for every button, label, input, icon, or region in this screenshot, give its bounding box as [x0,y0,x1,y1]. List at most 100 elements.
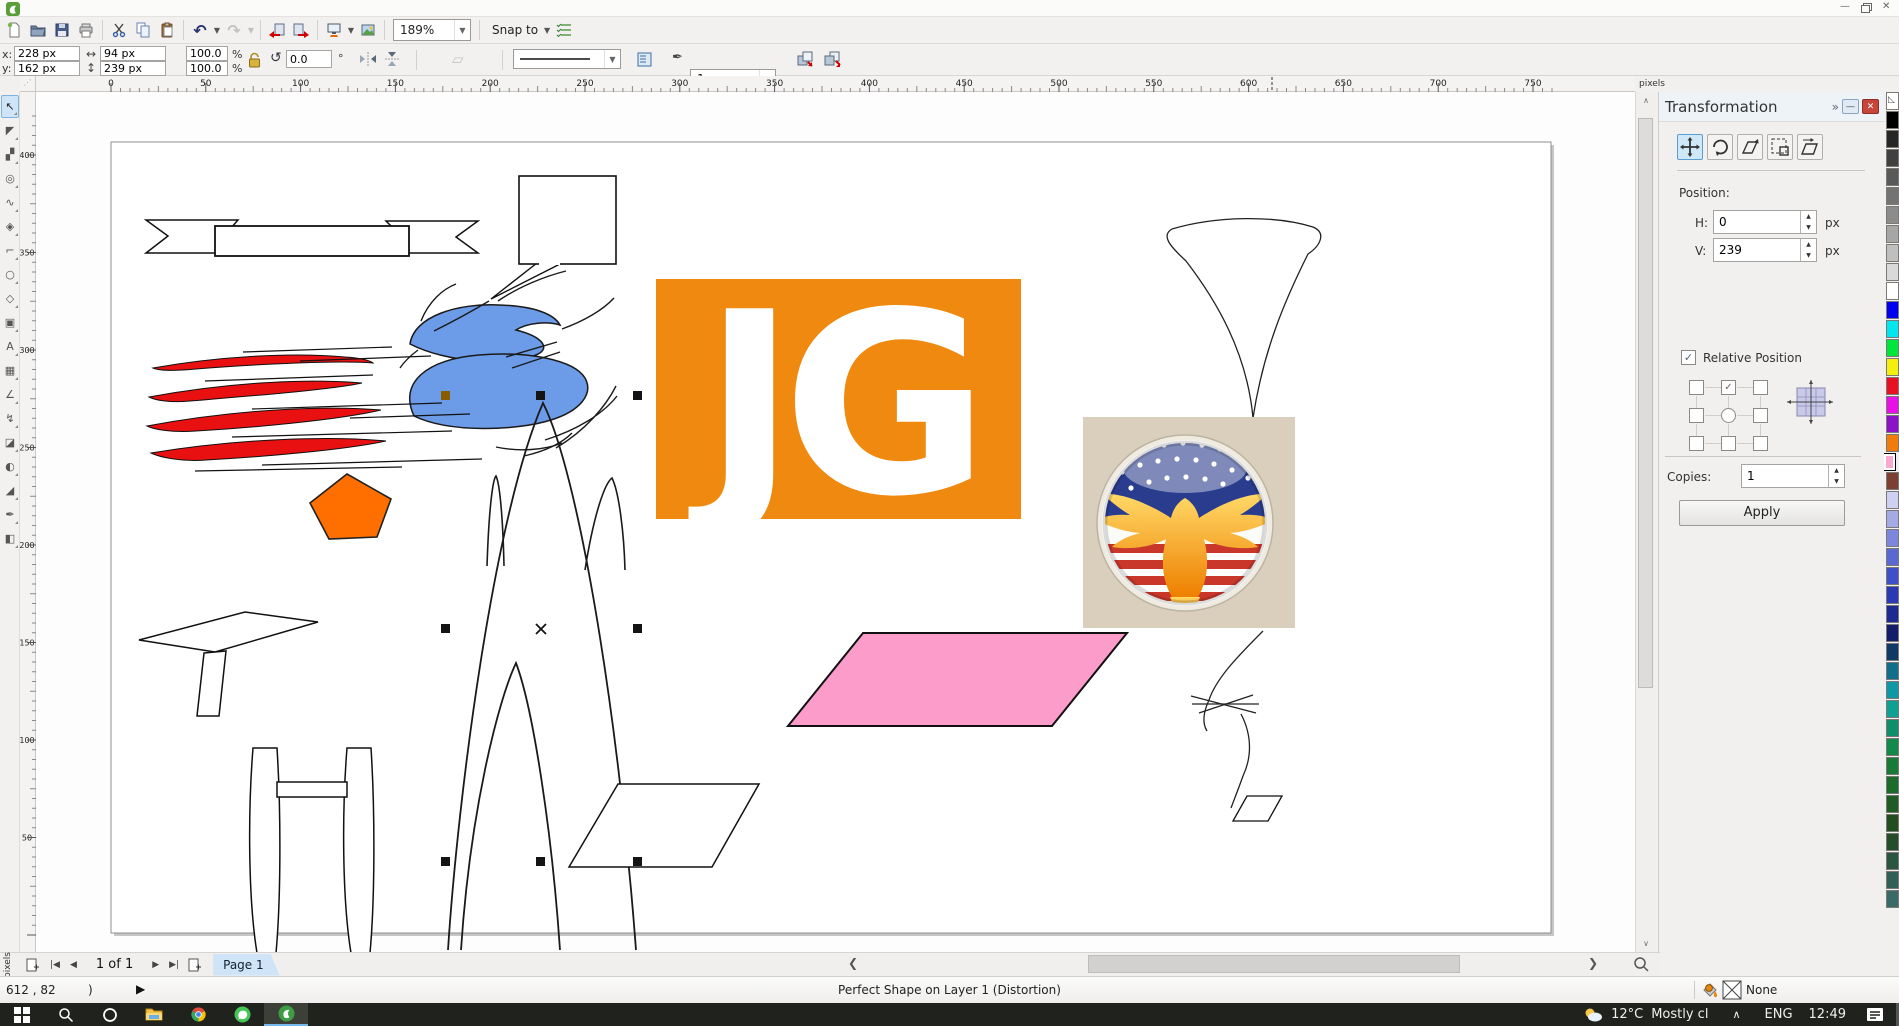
print-button[interactable] [74,18,98,43]
application-launcher-button[interactable] [322,18,346,43]
artistic-media-tool[interactable]: ◈ [1,215,19,238]
weather-temp[interactable]: 12°C [1611,1007,1643,1022]
add-page-icon[interactable] [188,958,201,972]
polygon-tool[interactable]: ◇ [1,287,19,310]
language-indicator[interactable]: ENG [1765,1007,1793,1022]
spinner-arrows[interactable]: ▲▼ [1828,465,1844,487]
whatsapp-icon[interactable] [220,1003,264,1026]
search-icon[interactable] [44,1003,88,1026]
selection-handle[interactable] [633,624,642,633]
coreldraw-taskbar-icon[interactable] [264,1003,308,1026]
color-swatch[interactable] [1886,301,1899,319]
color-swatch[interactable] [1884,453,1896,471]
vertical-scrollbar[interactable]: ∧ ∨ [1635,92,1655,952]
restore-button[interactable] [1861,3,1872,13]
v-position-value[interactable] [1714,239,1800,261]
chevron-down-icon[interactable]: ▼ [454,20,470,40]
selection-handle[interactable] [536,391,545,400]
anchor-checkbox-bottom-center[interactable] [1721,436,1736,451]
color-swatch[interactable] [1886,662,1899,680]
first-page-button[interactable]: |◀ [50,960,60,970]
color-swatch[interactable] [1886,757,1899,775]
scroll-down-arrow[interactable]: ∨ [1636,935,1656,952]
zoom-tool[interactable]: ◎ [1,167,19,190]
rotation-field[interactable] [286,50,332,68]
color-swatch[interactable] [1886,586,1899,604]
apply-button[interactable]: Apply [1679,500,1845,526]
color-swatch[interactable] [1886,852,1899,870]
anchor-checkbox-middle-center[interactable] [1721,408,1736,423]
x-position-field[interactable] [14,46,80,61]
chair-shape-left[interactable] [250,748,280,952]
ellipse-tool[interactable]: ○ [1,263,19,286]
color-swatch[interactable] [1886,358,1899,376]
jg-logo-text[interactable]: JG [688,259,976,552]
color-swatch[interactable] [1886,776,1899,794]
add-page-icon[interactable] [26,958,39,972]
color-swatch[interactable] [1886,472,1899,490]
color-swatch[interactable] [1886,643,1899,661]
color-swatch[interactable] [1886,111,1899,129]
table-tool[interactable]: ▦ [1,359,19,382]
color-swatch[interactable] [1886,548,1899,566]
fullscreen-preview-button[interactable] [356,18,380,43]
paste-button[interactable] [155,18,179,43]
outline-style-combo[interactable]: ▼ [513,49,621,69]
parallel-dimension-tool[interactable]: ∠ [1,383,19,406]
color-swatch[interactable] [1886,282,1899,300]
chrome-icon[interactable] [176,1003,220,1026]
drop-shadow-tool[interactable]: ◪ [1,431,19,454]
redo-button[interactable]: ↷ [222,18,246,43]
cut-button[interactable] [107,18,131,43]
selection-handle[interactable] [633,857,642,866]
spinner-arrows[interactable]: ▲▼ [1800,239,1816,261]
file-explorer-icon[interactable] [132,1003,176,1026]
transform-rotate-button[interactable] [1707,134,1733,160]
selection-handle[interactable] [441,857,450,866]
open-button[interactable] [26,18,50,43]
selection-handle[interactable] [536,857,545,866]
color-swatch[interactable] [1886,434,1899,452]
scale-x-field[interactable] [186,46,228,61]
chevron-down-icon[interactable]: ▼ [604,50,620,68]
color-swatch[interactable] [1886,320,1899,338]
text-tool[interactable]: A [1,335,19,358]
weather-icon[interactable] [1583,1007,1603,1023]
color-swatch[interactable] [1886,339,1899,357]
redo-dropdown[interactable]: ▼ [246,26,256,35]
import-button[interactable] [265,18,289,43]
color-swatch[interactable] [1886,833,1899,851]
tray-overflow-caret[interactable]: ∧ [1732,1008,1740,1021]
anchor-checkbox-top-right[interactable] [1753,380,1768,395]
no-color-swatch[interactable] [1886,92,1899,110]
export-button[interactable] [289,18,313,43]
anchor-checkbox-top-left[interactable] [1689,380,1704,395]
color-swatch[interactable] [1886,415,1899,433]
relative-position-checkbox[interactable]: ✓ [1681,350,1696,365]
docker-minimize-button[interactable]: — [1842,99,1859,114]
undo-button[interactable]: ↶ [188,18,212,43]
h-position-spinner[interactable]: ▲▼ [1713,210,1817,234]
canvas[interactable]: JG [36,92,1635,952]
color-swatch[interactable] [1886,491,1899,509]
zoom-scroll-icon[interactable] [1632,955,1650,973]
scroll-right-arrow[interactable]: ❯ [1588,956,1598,970]
zoom-level-combo[interactable]: 189% ▼ [393,19,471,41]
color-swatch[interactable] [1886,130,1899,148]
selection-handle-distortion[interactable] [441,391,450,400]
chair-shape-bar[interactable] [277,782,347,797]
vertical-ruler[interactable]: 50100150200250300350400 [20,92,36,952]
color-swatch[interactable] [1886,168,1899,186]
color-swatch[interactable] [1886,529,1899,547]
ruler-origin-box[interactable]: ⋰ [20,76,36,92]
copies-spinner[interactable]: ▲▼ [1741,464,1845,488]
scale-y-field[interactable] [186,61,228,76]
start-button[interactable] [0,1003,44,1026]
spinner-arrows[interactable]: ▲▼ [1800,211,1816,233]
color-swatch[interactable] [1886,681,1899,699]
close-button[interactable]: ✕ [1882,1,1890,12]
transform-position-button[interactable] [1677,134,1703,160]
color-swatch[interactable] [1886,510,1899,528]
scroll-left-arrow[interactable]: ❮ [848,956,858,970]
anchor-checkbox-bottom-left[interactable] [1689,436,1704,451]
